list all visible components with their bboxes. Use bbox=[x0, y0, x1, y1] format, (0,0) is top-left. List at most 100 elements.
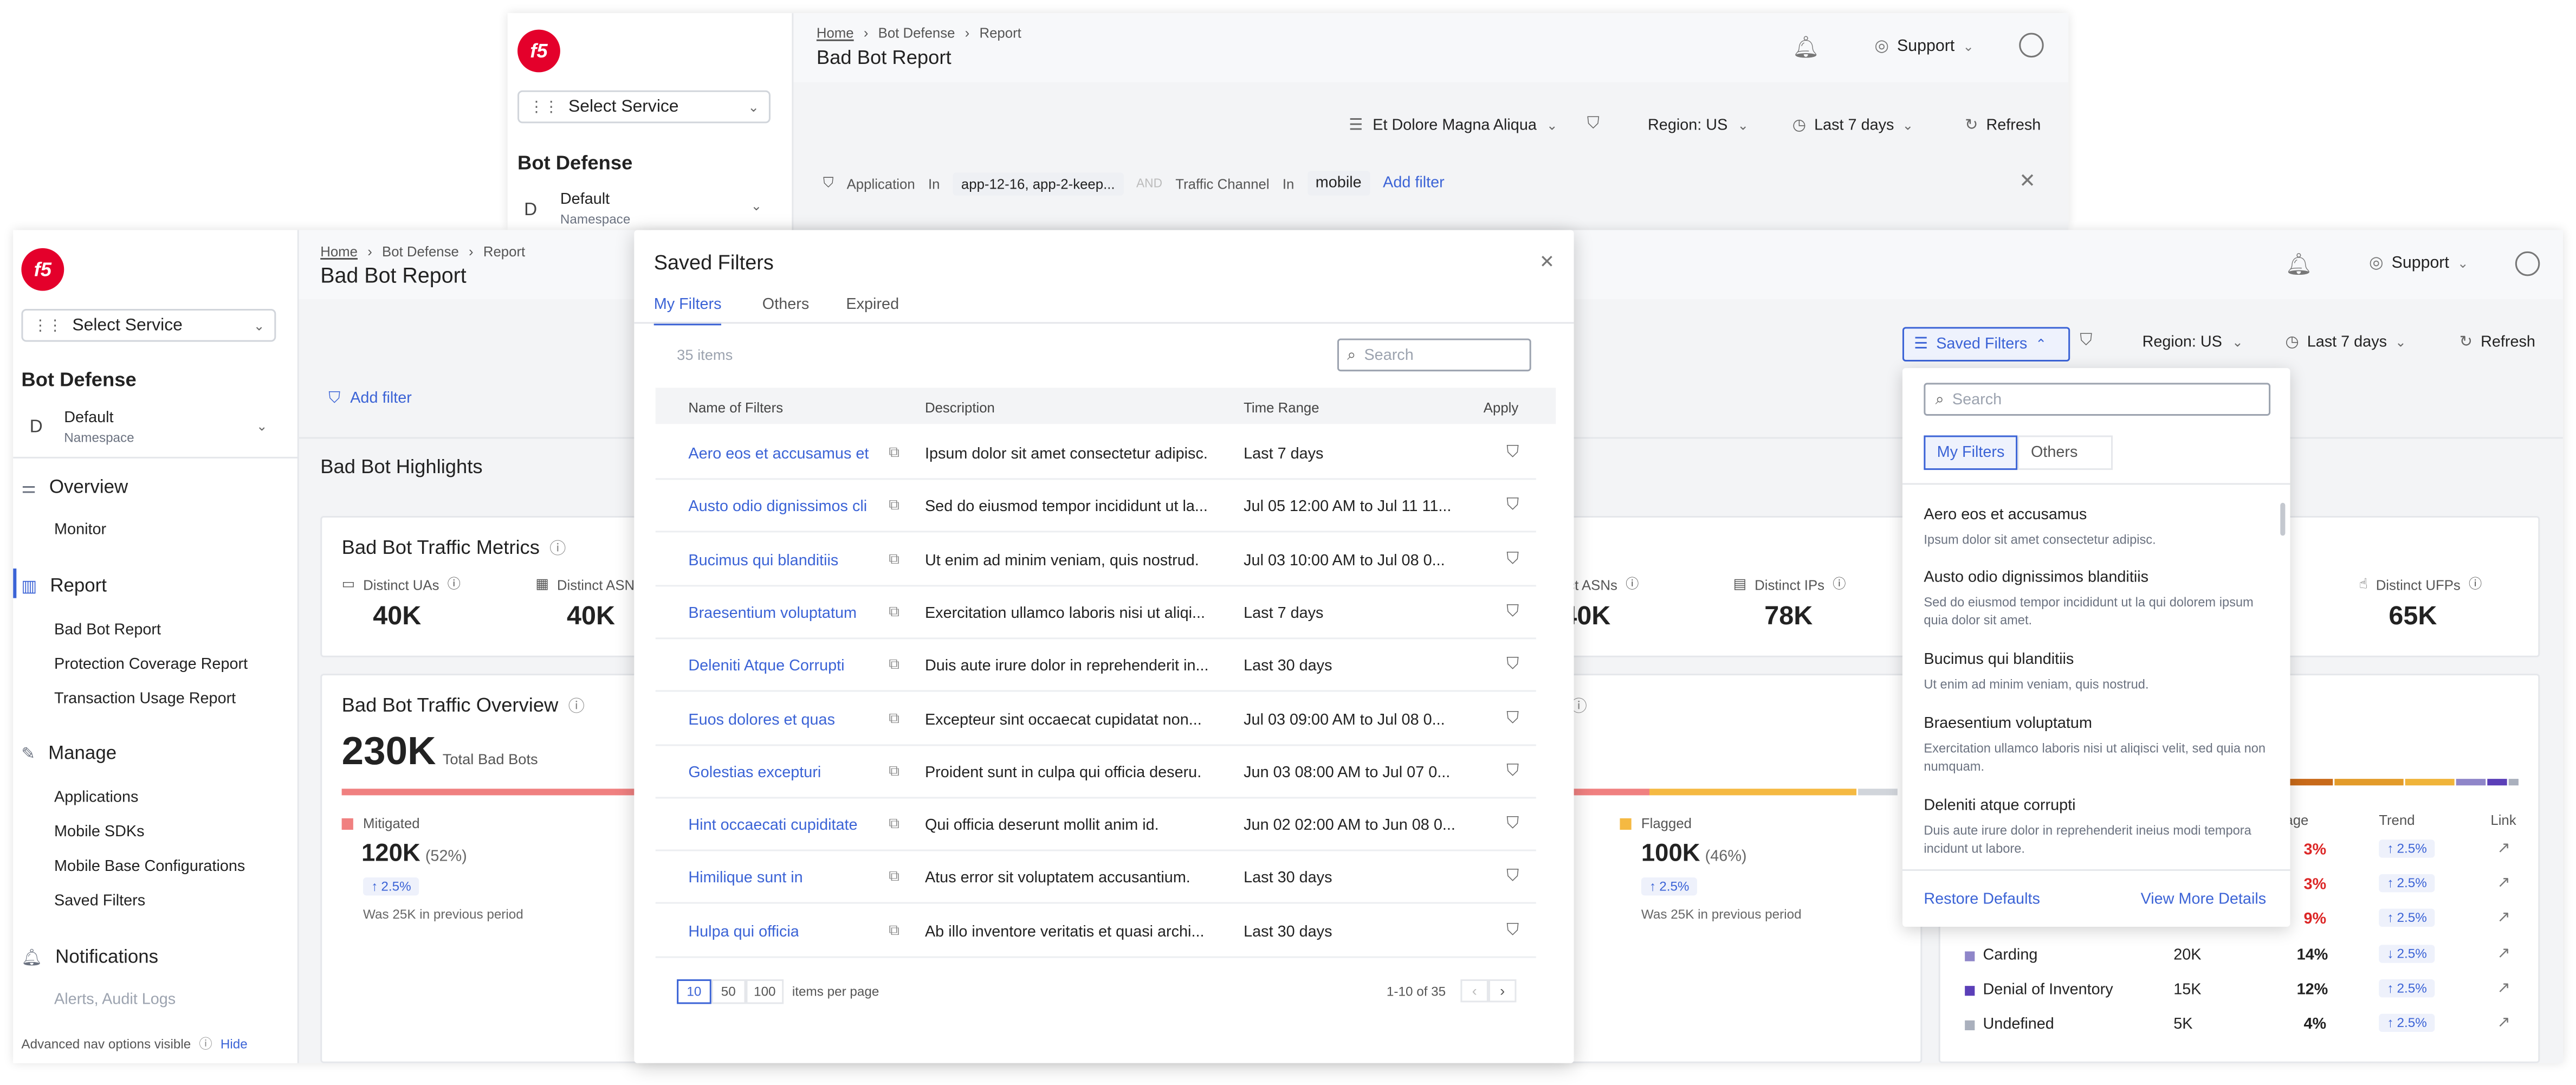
copy-icon[interactable]: ⧉ bbox=[889, 656, 899, 674]
next-page-icon[interactable]: › bbox=[1488, 979, 1517, 1003]
restore-defaults-link[interactable]: Restore Defaults bbox=[1924, 890, 2040, 908]
copy-icon[interactable]: ⧉ bbox=[889, 921, 899, 939]
refresh-button[interactable]: ↻ Refresh bbox=[2460, 333, 2535, 351]
namespace-name[interactable]: Default bbox=[64, 409, 113, 427]
dropdown-search[interactable]: ⌕ Search bbox=[1924, 383, 2271, 416]
table-row[interactable]: Hulpa qui officia ⧉ Ab illo inventore ve… bbox=[655, 905, 1536, 958]
table-row[interactable]: Austo odio dignissimos cli ⧉ Sed do eius… bbox=[655, 480, 1536, 533]
page-size-50[interactable]: 50 bbox=[711, 979, 746, 1004]
close-icon[interactable]: ✕ bbox=[2019, 169, 2036, 192]
breadcrumb-home[interactable]: Home bbox=[817, 24, 854, 41]
apply-filter-icon[interactable]: ⛉ bbox=[1506, 603, 1519, 621]
apply-filter-icon[interactable]: ⛉ bbox=[1506, 444, 1519, 462]
filter-name[interactable]: Hulpa qui officia bbox=[688, 923, 799, 941]
apply-filter-icon[interactable]: ⛉ bbox=[1506, 762, 1519, 780]
back-refresh-button[interactable]: ↻ Refresh bbox=[1965, 117, 2041, 134]
apply-filter-icon[interactable]: ⛉ bbox=[1506, 815, 1519, 833]
external-link-icon[interactable]: ↗ bbox=[2497, 1014, 2510, 1032]
bell-icon[interactable]: 🔔︎ bbox=[2285, 251, 2312, 278]
region-select[interactable]: Region: US ⌄ bbox=[2143, 333, 2243, 351]
apply-filter-icon[interactable]: ⛉ bbox=[1506, 709, 1519, 727]
nav-mobile-base-configurations[interactable]: Mobile Base Configurations bbox=[54, 858, 245, 876]
dropdown-tab-others[interactable]: Others bbox=[2017, 435, 2113, 470]
filter-value-application[interactable]: app-12-16, app-2-keep... bbox=[953, 171, 1123, 195]
table-row[interactable]: Himilique sunt in ⧉ Atus error sit volup… bbox=[655, 852, 1536, 905]
apply-filter-icon[interactable]: ⛉ bbox=[1506, 497, 1519, 515]
apply-filter-icon[interactable]: ⛉ bbox=[1506, 921, 1519, 939]
external-link-icon[interactable]: ↗ bbox=[2497, 875, 2510, 893]
scrollbar[interactable] bbox=[2280, 502, 2286, 536]
table-row[interactable]: Deleniti Atque Corrupti ⧉ Duis aute irur… bbox=[655, 640, 1536, 692]
range-select[interactable]: ◷ Last 7 days ⌄ bbox=[2285, 333, 2406, 351]
filter-name[interactable]: Euos dolores et quas bbox=[688, 711, 835, 728]
external-link-icon[interactable]: ↗ bbox=[2497, 909, 2510, 927]
chevron-down-icon[interactable]: ⌄ bbox=[751, 199, 762, 214]
nav-transaction-usage-report[interactable]: Transaction Usage Report bbox=[54, 690, 236, 708]
table-row[interactable]: Euos dolores et quas ⧉ Excepteur sint oc… bbox=[655, 693, 1536, 745]
back-namespace-name[interactable]: Default bbox=[560, 191, 610, 209]
filter-name[interactable]: Bucimus qui blanditiis bbox=[688, 551, 838, 569]
copy-icon[interactable]: ⧉ bbox=[889, 815, 899, 833]
saved-filter-item[interactable]: Austo odio dignissimos blanditiis Sed do… bbox=[1924, 569, 2269, 629]
back-select-service[interactable]: ⋮⋮ Select Service ⌄ bbox=[517, 90, 771, 124]
table-row[interactable]: Braesentium voluptatum ⧉ Exercitation ul… bbox=[655, 586, 1536, 640]
funnel-icon[interactable]: ⛉ bbox=[2080, 332, 2092, 350]
nav-mobile-sdks[interactable]: Mobile SDKs bbox=[54, 823, 145, 841]
nav-report[interactable]: ▥ Report bbox=[21, 577, 107, 596]
user-icon[interactable] bbox=[2019, 33, 2044, 58]
saved-filter-item[interactable]: Braesentium voluptatum Exercitation ulla… bbox=[1924, 715, 2269, 776]
filter-name[interactable]: Deleniti Atque Corrupti bbox=[688, 657, 844, 675]
dropdown-tab-my-filters[interactable]: My Filters bbox=[1924, 435, 2018, 470]
modal-search[interactable]: ⌕ Search bbox=[1337, 338, 1531, 372]
nav-notifications[interactable]: 🔔︎ Notifications bbox=[21, 948, 158, 967]
table-row[interactable]: Golestias excepturi ⧉ Proident sunt in c… bbox=[655, 746, 1536, 798]
close-icon[interactable]: ✕ bbox=[1539, 251, 1555, 273]
user-icon[interactable] bbox=[2515, 251, 2540, 276]
back-app-select[interactable]: ☰ Et Dolore Magna Aliqua ⌄ bbox=[1349, 117, 1557, 134]
apply-filter-icon[interactable]: ⛉ bbox=[1506, 656, 1519, 674]
select-service-dropdown[interactable]: ⋮⋮ Select Service ⌄ bbox=[21, 308, 276, 342]
table-row[interactable]: Aero eos et accusamus et ⧉ Ipsum dolor s… bbox=[655, 427, 1536, 480]
saved-filter-item[interactable]: Deleniti atque corrupti Duis aute irure … bbox=[1924, 797, 2269, 857]
tab-others[interactable]: Others bbox=[762, 296, 809, 314]
breadcrumb-home[interactable]: Home bbox=[320, 243, 358, 260]
nav-monitor[interactable]: Monitor bbox=[54, 521, 106, 539]
add-filter-link[interactable]: Add filter bbox=[1383, 174, 1445, 192]
copy-icon[interactable]: ⧉ bbox=[889, 709, 899, 727]
filter-value-traffic-channel[interactable]: mobile bbox=[1307, 171, 1370, 196]
prev-page-icon[interactable]: ‹ bbox=[1460, 979, 1488, 1003]
page-size-100[interactable]: 100 bbox=[745, 979, 784, 1004]
nav-overview[interactable]: ⚌ Overview bbox=[21, 478, 128, 498]
copy-icon[interactable]: ⧉ bbox=[889, 444, 899, 462]
bell-icon[interactable]: 🔔︎ bbox=[1792, 35, 1820, 61]
nav-alerts-audit-logs[interactable]: Alerts, Audit Logs bbox=[54, 991, 176, 1009]
filter-name[interactable]: Braesentium voluptatum bbox=[688, 604, 857, 622]
add-filter-button[interactable]: ⛉ Add filter bbox=[328, 390, 412, 408]
copy-icon[interactable]: ⧉ bbox=[889, 603, 899, 621]
back-support-menu[interactable]: ◎ Support ⌄ bbox=[1874, 38, 1973, 56]
external-link-icon[interactable]: ↗ bbox=[2497, 979, 2510, 997]
copy-icon[interactable]: ⧉ bbox=[889, 762, 899, 780]
copy-icon[interactable]: ⧉ bbox=[889, 868, 899, 886]
nav-applications[interactable]: Applications bbox=[54, 789, 138, 806]
filter-name[interactable]: Himilique sunt in bbox=[688, 870, 802, 888]
filter-name[interactable]: Hint occaecati cupiditate bbox=[688, 817, 857, 835]
back-range-select[interactable]: ◷ Last 7 days ⌄ bbox=[1792, 117, 1913, 134]
nav-saved-filters[interactable]: Saved Filters bbox=[54, 892, 145, 910]
external-link-icon[interactable]: ↗ bbox=[2497, 839, 2510, 857]
copy-icon[interactable]: ⧉ bbox=[889, 550, 899, 567]
nav-protection-coverage-report[interactable]: Protection Coverage Report bbox=[54, 656, 248, 674]
copy-icon[interactable]: ⧉ bbox=[889, 497, 899, 515]
saved-filters-button[interactable]: ☰ Saved Filters ⌃ bbox=[1902, 327, 2070, 362]
tab-expired[interactable]: Expired bbox=[846, 296, 899, 314]
funnel-icon[interactable]: ⛉ bbox=[1587, 115, 1600, 133]
table-row[interactable]: Bucimus qui blanditiis ⧉ Ut enim ad mini… bbox=[655, 533, 1536, 586]
tab-my-filters[interactable]: My Filters bbox=[653, 296, 722, 326]
apply-filter-icon[interactable]: ⛉ bbox=[1506, 550, 1519, 567]
breadcrumb-bot-defense[interactable]: Bot Defense bbox=[878, 24, 955, 41]
view-more-details-link[interactable]: View More Details bbox=[2141, 890, 2267, 908]
external-link-icon[interactable]: ↗ bbox=[2497, 944, 2510, 962]
filter-name[interactable]: Aero eos et accusamus et bbox=[688, 445, 869, 463]
saved-filter-item[interactable]: Aero eos et accusamus Ipsum dolor sit am… bbox=[1924, 506, 2269, 550]
breadcrumb-bot-defense[interactable]: Bot Defense bbox=[382, 243, 459, 260]
